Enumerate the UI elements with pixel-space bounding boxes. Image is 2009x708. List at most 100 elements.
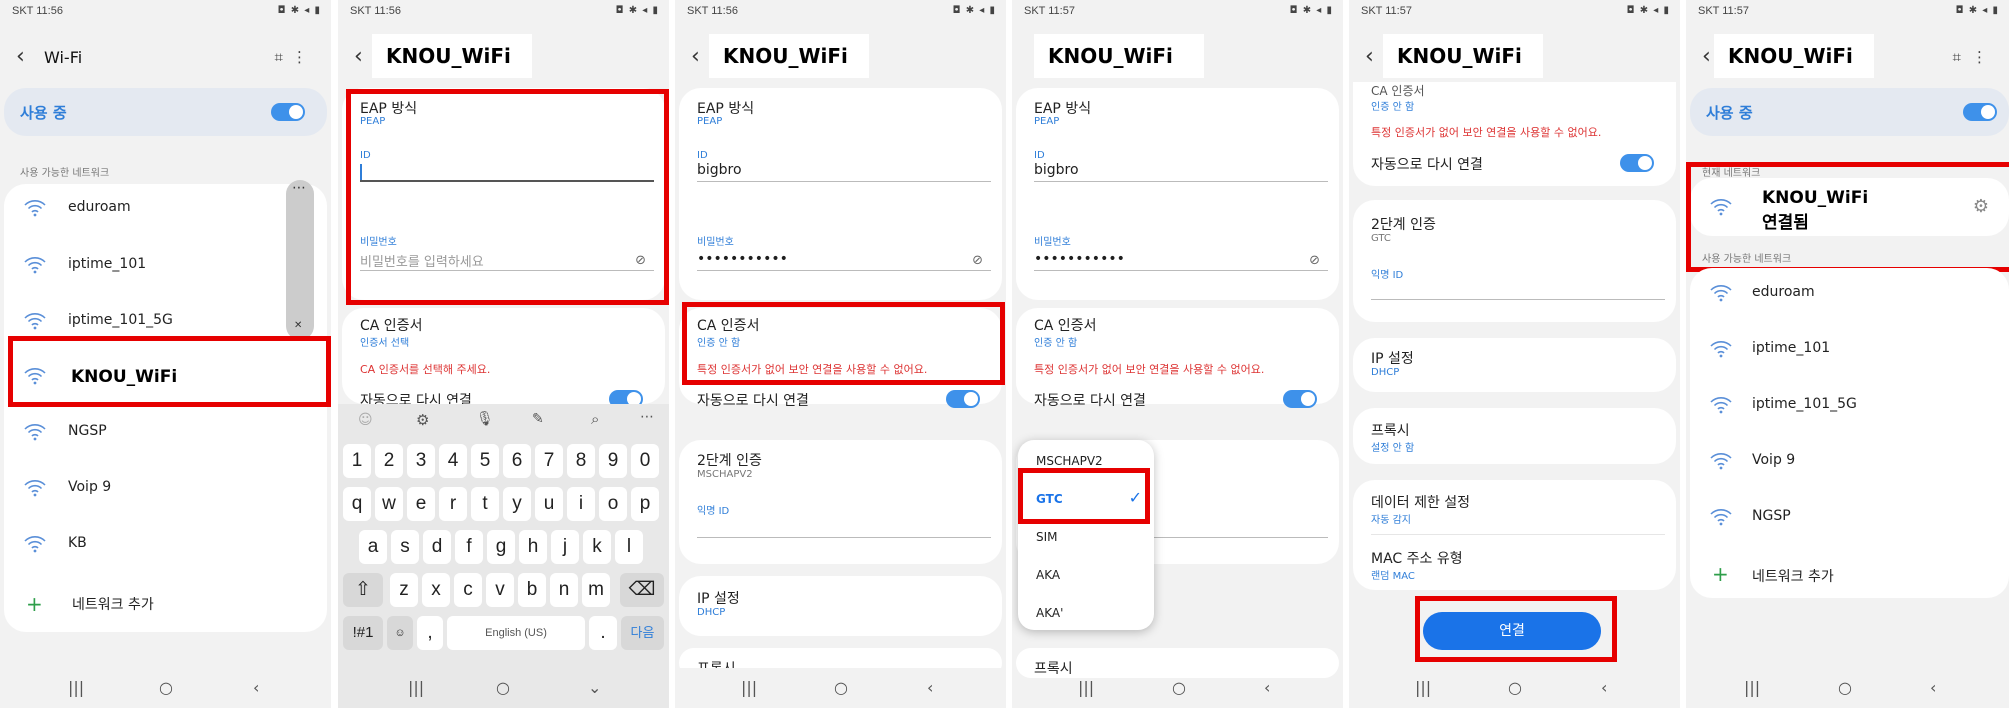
pw-input[interactable]: ••••••••••• ⊘ <box>1034 251 1328 271</box>
add-icon[interactable]: + <box>1712 562 1729 586</box>
ca-label[interactable]: CA 인증서 <box>1371 82 1425 99</box>
id-input[interactable]: bigbro <box>1034 162 1328 182</box>
comma-key[interactable]: , <box>417 616 443 650</box>
proxy-value[interactable]: 설정 안 함 <box>1371 439 1414 454</box>
search-icon[interactable]: ⌕ <box>591 410 599 428</box>
qr-scan-icon[interactable]: ⌗ <box>275 48 283 66</box>
network-item[interactable]: Voip 9 <box>1690 441 1990 481</box>
home-icon[interactable]: ○ <box>1508 678 1522 697</box>
phase2-value[interactable]: GTC <box>1371 233 1391 244</box>
network-item[interactable]: iptime_101 <box>1690 329 1990 369</box>
key-1[interactable]: 1 <box>343 444 371 478</box>
key-5[interactable]: 5 <box>471 444 499 478</box>
wifi-toggle[interactable] <box>271 103 305 121</box>
key-l[interactable]: l <box>615 530 643 564</box>
connect-button[interactable]: 연결 <box>1423 612 1601 650</box>
back-icon[interactable]: ‹ <box>1702 44 1711 69</box>
next-key[interactable]: 다음 <box>621 616 664 650</box>
home-icon[interactable]: ○ <box>496 678 510 697</box>
back-icon[interactable]: ‹ <box>691 44 700 69</box>
recent-apps-icon[interactable]: ||| <box>741 678 757 697</box>
key-t[interactable]: t <box>471 487 499 521</box>
dropdown-option[interactable]: SIM <box>1018 520 1154 556</box>
recent-apps-icon[interactable]: ||| <box>1744 678 1760 697</box>
key-q[interactable]: q <box>343 487 371 521</box>
wifi-toggle-bar[interactable]: 사용 중 <box>1690 88 2009 136</box>
wifi-toggle[interactable] <box>1963 103 1997 121</box>
auto-reconnect-toggle[interactable] <box>946 390 980 408</box>
dropdown-option[interactable]: GTC ✓ <box>1018 482 1154 518</box>
key-e[interactable]: e <box>407 487 435 521</box>
mac-value[interactable]: 랜덤 MAC <box>1371 567 1415 582</box>
period-key[interactable]: . <box>589 616 617 650</box>
ca-value[interactable]: 인증서 선택 <box>360 334 409 349</box>
more-icon[interactable]: ⋯ <box>640 409 654 425</box>
more-options-icon[interactable]: ⋮ <box>292 48 307 66</box>
ca-label[interactable]: CA 인증서 <box>697 315 759 335</box>
back-nav-icon[interactable]: ‹ <box>927 678 933 697</box>
space-key[interactable]: English (US) <box>447 616 585 650</box>
back-nav-icon[interactable]: ‹ <box>253 678 259 697</box>
key-4[interactable]: 4 <box>439 444 467 478</box>
id-input[interactable]: bigbro <box>697 162 991 182</box>
key-r[interactable]: r <box>439 487 467 521</box>
proxy-label[interactable]: 프록시 <box>1371 420 1410 440</box>
key-x[interactable]: x <box>422 573 450 607</box>
wifi-toggle-bar[interactable]: 사용 중 <box>4 88 327 136</box>
emoji-icon[interactable]: ☺ <box>358 412 373 428</box>
key-n[interactable]: n <box>550 573 578 607</box>
key-w[interactable]: w <box>375 487 403 521</box>
shift-key[interactable]: ⇧ <box>343 573 383 607</box>
ca-label[interactable]: CA 인증서 <box>360 315 422 335</box>
more-options-icon[interactable]: ⋮ <box>1972 48 1987 66</box>
back-icon[interactable]: ‹ <box>354 44 363 69</box>
more-icon[interactable]: ⋯ <box>292 180 306 196</box>
add-icon[interactable]: + <box>26 592 43 616</box>
metered-value[interactable]: 자동 감지 <box>1371 511 1411 526</box>
dropdown-option[interactable]: MSCHAPV2 <box>1018 444 1154 480</box>
handwriting-icon[interactable]: ✎ <box>532 411 544 427</box>
mac-label[interactable]: MAC 주소 유형 <box>1371 548 1463 568</box>
key-m[interactable]: m <box>582 573 610 607</box>
dropdown-option[interactable]: AKA' <box>1018 596 1154 632</box>
back-icon[interactable]: ‹ <box>16 44 25 69</box>
network-item[interactable]: iptime_101_5G <box>1690 385 1990 425</box>
backspace-key[interactable]: ⌫ <box>620 573 664 607</box>
back-nav-icon[interactable]: ‹ <box>1264 678 1270 697</box>
key-z[interactable]: z <box>390 573 418 607</box>
anon-id-input[interactable] <box>1371 280 1665 300</box>
network-item[interactable]: NGSP <box>1690 497 1990 537</box>
key-g[interactable]: g <box>487 530 515 564</box>
recent-apps-icon[interactable]: ||| <box>68 678 84 697</box>
mute-icon[interactable]: ✕ <box>294 320 302 331</box>
key-k[interactable]: k <box>583 530 611 564</box>
home-icon[interactable]: ○ <box>1838 678 1852 697</box>
key-y[interactable]: y <box>503 487 531 521</box>
phase2-value[interactable]: MSCHAPV2 <box>697 469 753 480</box>
network-item[interactable]: eduroam <box>4 188 284 228</box>
key-h[interactable]: h <box>519 530 547 564</box>
hide-keyboard-icon[interactable]: ⌄ <box>588 678 601 697</box>
dropdown-option[interactable]: AKA <box>1018 558 1154 594</box>
mic-icon[interactable]: 🎙 <box>476 411 494 427</box>
ip-label[interactable]: IP 설정 <box>1371 348 1414 368</box>
anon-id-input[interactable] <box>697 518 991 538</box>
key-7[interactable]: 7 <box>535 444 563 478</box>
emoji-key[interactable]: ☺ <box>387 616 413 650</box>
scroll-popup[interactable]: ⋯ ✕ <box>286 180 314 340</box>
phase2-label[interactable]: 2단계 인증 <box>697 450 762 470</box>
network-item[interactable]: KB <box>4 524 284 564</box>
network-item[interactable]: Voip 9 <box>4 468 284 508</box>
ca-value[interactable]: 인증 안 함 <box>1371 98 1414 113</box>
key-9[interactable]: 9 <box>599 444 627 478</box>
key-2[interactable]: 2 <box>375 444 403 478</box>
network-item[interactable]: NGSP <box>4 412 284 452</box>
auto-reconnect-toggle[interactable] <box>1283 390 1317 408</box>
back-icon[interactable]: ‹ <box>1365 44 1374 69</box>
key-u[interactable]: u <box>535 487 563 521</box>
network-item[interactable]: iptime_101 <box>4 245 284 285</box>
network-item[interactable]: eduroam <box>1690 273 1990 313</box>
key-p[interactable]: p <box>631 487 659 521</box>
key-0[interactable]: 0 <box>631 444 659 478</box>
key-d[interactable]: d <box>423 530 451 564</box>
